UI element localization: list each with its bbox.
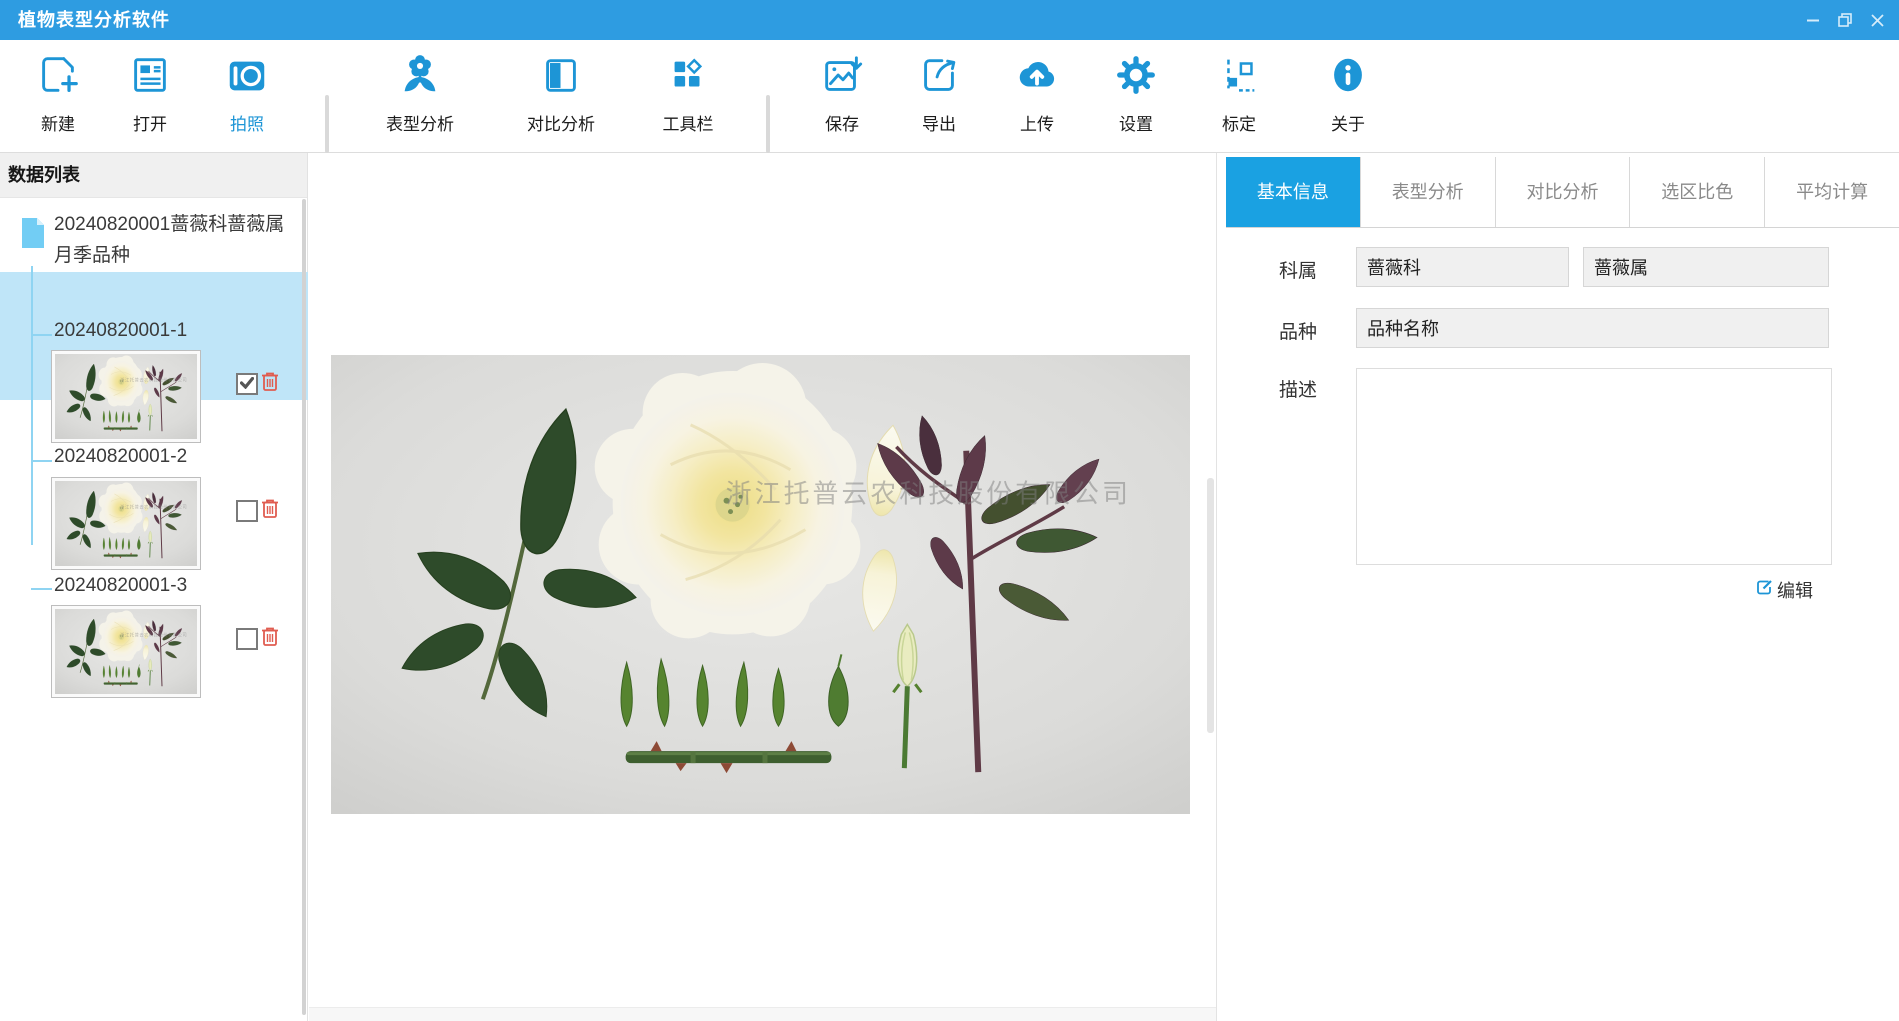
checkbox-sample-3[interactable] [236,628,258,650]
toolbar-button-settings[interactable]: 设置 [1091,52,1181,135]
window-title: 植物表型分析软件 [18,0,170,40]
toolbar-button-export[interactable]: 导出 [894,52,984,135]
tree-branch-line [31,266,33,545]
sidebar-item-sample-2[interactable]: 20240820001-2 [54,446,187,468]
tab-average-calc[interactable]: 平均计算 [1764,157,1899,227]
family-field[interactable] [1356,247,1569,287]
toolbar-button-compare-analysis[interactable]: 对比分析 [516,52,606,135]
toolbar-button-toolbox[interactable]: 工具栏 [643,52,733,135]
minimize-icon [1806,13,1820,27]
checkbox-sample-2[interactable] [236,500,258,522]
toolbar-button-open[interactable]: 打开 [105,52,195,135]
maximize-button[interactable] [1829,0,1861,40]
trash-icon [261,506,279,523]
toolbar-separator [766,95,770,153]
tab-phenotype-analysis[interactable]: 表型分析 [1360,157,1495,227]
close-button[interactable] [1861,0,1893,40]
tab-compare-analysis[interactable]: 对比分析 [1495,157,1630,227]
canvas-horizontal-scrollbar[interactable] [309,1007,1216,1021]
variety-field[interactable] [1356,308,1829,348]
info-panel: 基本信息 表型分析 对比分析 选区比色 平均计算 科属 品种 描述 编辑 [1218,153,1899,1021]
tools-grid-icon [643,52,733,104]
sidebar-scrollbar[interactable] [302,199,306,1015]
restore-icon [1838,13,1852,27]
tree-connector [31,588,52,590]
thumbnail-sample-3[interactable] [52,606,200,697]
sidebar-item-dataset[interactable]: 20240820001蔷薇科蔷薇属月季品种 [54,209,302,271]
toolbar-button-new[interactable]: 新建 [13,52,103,135]
sidebar-data-list: 数据列表 20240820001蔷薇科蔷薇属月季品种 20240820001-1 [0,153,308,1021]
tab-basic-info[interactable]: 基本信息 [1226,157,1360,227]
sidebar-header: 数据列表 [0,153,307,198]
about-info-icon [1303,52,1393,104]
close-icon [1871,14,1884,27]
application-window: 植物表型分析软件 新建 [0,0,1899,1021]
specimen-photo[interactable] [331,355,1190,814]
compare-panels-icon [516,52,606,104]
toolbar-button-save[interactable]: 保存 [797,52,887,135]
trash-icon [261,379,279,396]
toolbar-button-capture[interactable]: 拍照 [202,52,292,135]
canvas-vertical-scrollbar[interactable] [1207,478,1214,733]
delete-sample-2-button[interactable] [261,498,279,524]
variety-label: 品种 [1279,317,1339,344]
sidebar-item-sample-1[interactable]: 20240820001-1 [54,320,187,342]
edit-button[interactable]: 编辑 [1756,577,1813,603]
tree-connector [31,334,52,336]
toolbar-button-calibration[interactable]: 标定 [1194,52,1284,135]
window-controls [1797,0,1893,40]
open-file-icon [105,52,195,104]
edit-pencil-icon [1756,579,1773,601]
cloud-upload-icon [992,52,1082,104]
export-icon [894,52,984,104]
tab-region-color[interactable]: 选区比色 [1629,157,1764,227]
title-bar: 植物表型分析软件 [0,0,1899,40]
camera-icon [202,52,292,104]
toolbar: 新建 打开 拍照 [0,40,1899,153]
new-document-icon [13,52,103,104]
description-label: 描述 [1279,375,1339,402]
checkbox-sample-1[interactable] [236,373,258,395]
delete-sample-1-button[interactable] [261,371,279,397]
toolbar-separator [325,95,329,153]
toolbar-button-about[interactable]: 关于 [1303,52,1393,135]
sidebar-item-sample-3[interactable]: 20240820001-3 [54,575,187,597]
settings-gear-icon [1091,52,1181,104]
description-textarea[interactable] [1356,368,1832,565]
image-canvas [309,153,1217,1021]
toolbar-button-upload[interactable]: 上传 [992,52,1082,135]
delete-sample-3-button[interactable] [261,626,279,652]
family-genus-label: 科属 [1279,256,1339,283]
checkmark-icon [238,377,256,389]
toolbar-button-phenotype-analysis[interactable]: 表型分析 [375,52,465,135]
thumbnail-sample-2[interactable] [52,478,200,569]
tree-connector [31,460,52,462]
phenotype-flower-icon [375,52,465,104]
dataset-file-icon [20,217,46,254]
panel-tabs: 基本信息 表型分析 对比分析 选区比色 平均计算 [1226,157,1899,228]
minimize-button[interactable] [1797,0,1829,40]
genus-field[interactable] [1583,247,1829,287]
save-image-icon [797,52,887,104]
calibration-icon [1194,52,1284,104]
data-tree: 20240820001蔷薇科蔷薇属月季品种 20240820001-1 2024… [0,197,307,1021]
thumbnail-sample-1[interactable] [52,351,200,442]
trash-icon [261,634,279,651]
